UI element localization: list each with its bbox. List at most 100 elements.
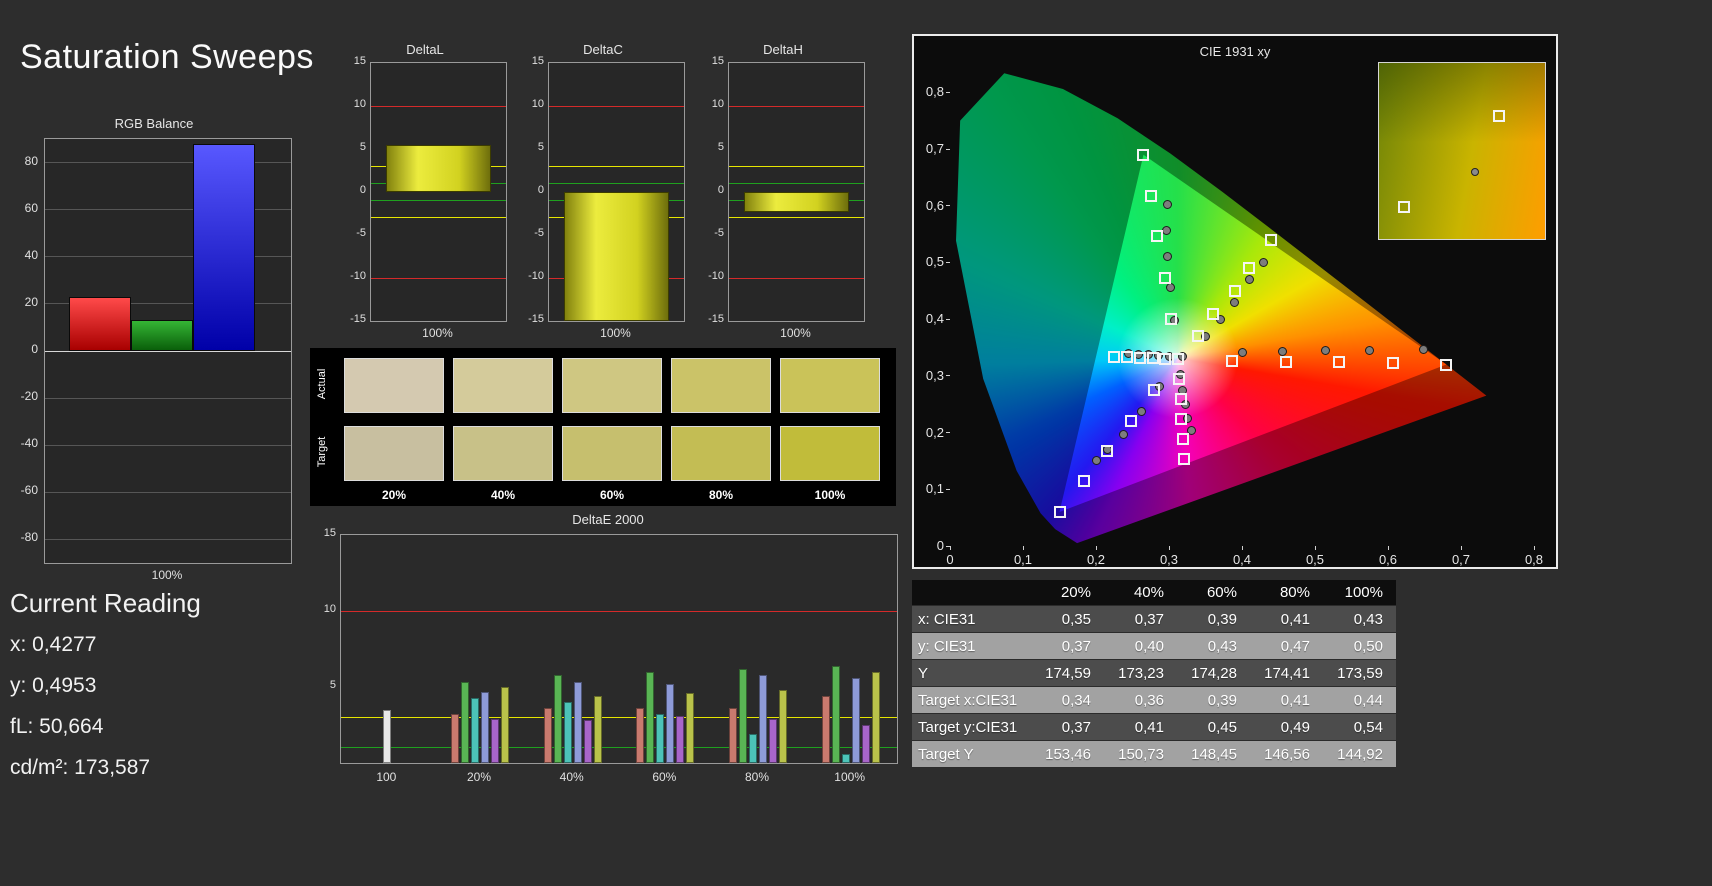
delta-y-tick-label: 5: [717, 141, 724, 153]
deltae-x-tick-label: 80%: [744, 770, 770, 784]
deltae-y-tick-label: 5: [329, 679, 336, 691]
deltae-bar-magenta: [583, 720, 592, 763]
cie-x-tick-label: 0,3: [1159, 552, 1179, 567]
cie-target-point: [1053, 505, 1066, 518]
deltae-bar-blue: [573, 682, 582, 763]
cie-x-tick: [1241, 546, 1243, 550]
deltae-y-tick-label: 15: [323, 527, 336, 539]
current-reading-title: Current Reading: [10, 588, 201, 618]
deltae-x-tick-label: 40%: [559, 770, 584, 784]
cie-x-tick-label: 0,1: [1013, 552, 1033, 567]
limit-line-green: [371, 200, 506, 202]
reading-y: y: 0,4953: [10, 674, 97, 697]
swatch-target: [562, 426, 662, 481]
swatch-target: [453, 426, 553, 481]
cie-target-point: [1121, 351, 1134, 364]
delta-y-tick-label: -10: [350, 270, 366, 282]
row-label: Target Y: [918, 746, 974, 763]
cie-target-point: [1440, 358, 1453, 371]
deltah-plot: [728, 62, 865, 322]
limit-line-red: [549, 105, 684, 107]
deltae-bar-magenta: [491, 718, 499, 763]
cie-measured-point: [1136, 406, 1146, 416]
cie-x-tick-label: 0,5: [1305, 552, 1325, 567]
limit-line-red: [371, 105, 506, 107]
cell-value: 0,54: [1353, 719, 1383, 736]
delta-y-tick-label: 0: [717, 184, 724, 196]
cie-y-tick-label: 0,3: [925, 367, 944, 383]
deltae-bar-red: [729, 708, 737, 763]
x-axis-label: 100%: [600, 326, 631, 340]
delta-bar: [564, 192, 669, 321]
deltae-bar-blue: [666, 683, 675, 763]
deltae-bar-cyan: [749, 734, 757, 763]
limit-line-yellow: [341, 716, 897, 718]
cell-value: 0,35: [1061, 611, 1091, 628]
rgb-y-tick-label: -80: [20, 530, 38, 545]
deltae-bar-yellow: [779, 690, 787, 763]
limit-line-green: [549, 182, 684, 184]
chart-title: DeltaE 2000: [572, 512, 644, 527]
swatch-row-label: Actual: [316, 368, 328, 399]
rgb-y-tick-label: -40: [20, 436, 38, 451]
delta-y-tick-label: -5: [356, 227, 366, 239]
cie-y-tick: [946, 91, 950, 93]
deltae-x-tick-label: 20%: [466, 770, 492, 784]
cie-x-tick: [1533, 546, 1535, 550]
cie-target-point: [1225, 354, 1238, 367]
row-label: Target y:CIE31: [918, 719, 1018, 736]
limit-line-yellow: [549, 165, 684, 167]
cie-target-point: [1176, 432, 1189, 445]
cie-y-tick: [946, 488, 950, 490]
deltal-plot: [370, 62, 507, 322]
cie-y-tick-label: 0,8: [925, 84, 944, 100]
cell-value: 0,39: [1207, 692, 1237, 709]
cie-target-point: [1174, 393, 1187, 406]
deltae-bar-green: [461, 682, 469, 763]
table-row: x: CIE31 0,35 0,37 0,39 0,41 0,43: [912, 606, 1396, 633]
cie-measured-point: [1237, 348, 1247, 358]
rgb-gridline: [45, 491, 291, 493]
inset-measured-point: [1471, 168, 1480, 177]
delta-bar: [386, 144, 491, 192]
cie-measured-point: [1244, 274, 1254, 284]
deltae-bar-green: [739, 668, 747, 763]
deltac-plot: [548, 62, 685, 322]
chart-title: CIE 1931 xy: [1199, 44, 1271, 59]
delta-y-tick-label: 15: [353, 55, 366, 67]
cie-x-tick-label: 0,2: [1086, 552, 1106, 567]
deltae-bar-yellow: [871, 671, 880, 763]
rgb-y-tick-label: 0: [31, 342, 38, 356]
reading-fl: fL: 50,664: [10, 715, 104, 738]
cell-value: 173,59: [1337, 665, 1383, 682]
limit-line-yellow: [729, 217, 864, 219]
delta-y-tick-label: -5: [714, 227, 724, 239]
deltal-chart: DeltaL 100% 15 10 5 0 -5 -10 -15: [340, 42, 510, 344]
cie-1931-chart: CIE 1931 xy 0 0,1 0,2 0,3 0,4 0,5 0,6 0,7 0,8 0 0,…: [912, 34, 1558, 569]
deltae-bar-red: [821, 696, 830, 763]
cell-value: 0,47: [1280, 638, 1310, 655]
deltae-bar-blue: [851, 677, 860, 763]
cell-value: 150,73: [1118, 746, 1164, 763]
cell-value: 0,37: [1134, 611, 1164, 628]
row-label: Target x:CIE31: [918, 692, 1018, 709]
cie-x-tick-label: 0,4: [1232, 552, 1252, 567]
swatch-actual: [344, 358, 444, 413]
cie-measured-point: [1091, 456, 1101, 466]
deltae-x-tick-label: 60%: [652, 770, 677, 784]
cie-target-point: [1158, 271, 1171, 284]
cie-y-tick: [946, 261, 950, 263]
cie-target-point: [1279, 355, 1292, 368]
cell-value: 144,92: [1337, 746, 1383, 763]
deltae-bar-yellow: [501, 687, 509, 763]
delta-y-tick-label: -15: [528, 313, 544, 325]
deltae-bar-magenta: [861, 725, 870, 763]
swatch-col-label: 20%: [381, 488, 407, 502]
rgb-y-tick-label: 80: [24, 153, 38, 168]
delta-bar: [744, 192, 849, 212]
delta-y-tick-label: -15: [350, 313, 366, 325]
cie-x-tick-label: 0,8: [1524, 552, 1544, 567]
cie-x-tick: [1095, 546, 1097, 550]
cell-value: 80%: [1279, 584, 1310, 601]
deltae-bar-blue: [481, 691, 489, 763]
